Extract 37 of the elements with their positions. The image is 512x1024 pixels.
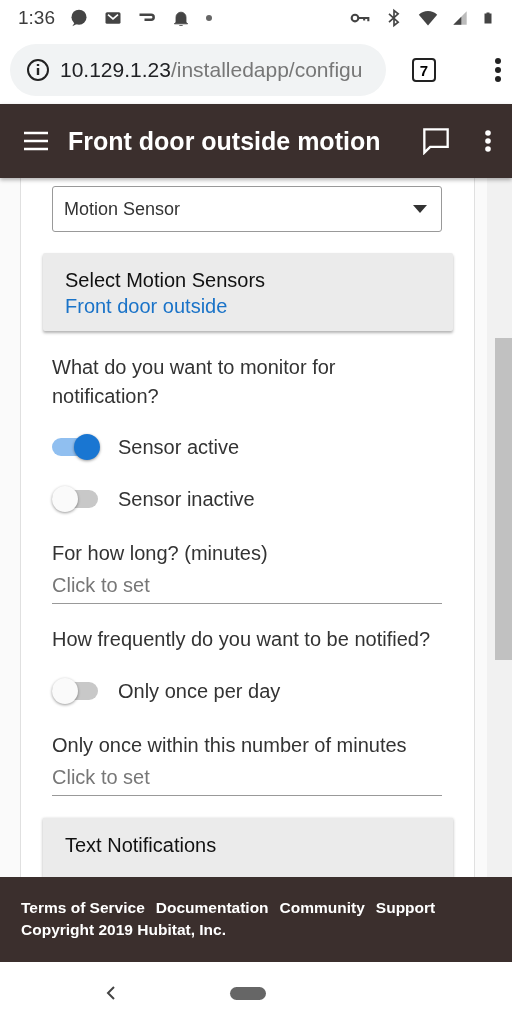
tab-count-button[interactable]: 7 (412, 58, 436, 82)
card-title: Select Motion Sensors (65, 268, 267, 293)
selected-device-link[interactable]: Front door outside (65, 293, 431, 319)
chat-bubble-icon (69, 8, 89, 28)
info-icon (26, 58, 50, 82)
toggle-label: Sensor inactive (118, 487, 255, 511)
more-menu-icon[interactable] (484, 129, 492, 153)
more-menu-icon[interactable] (494, 57, 502, 83)
toggle-label: Sensor active (118, 435, 240, 459)
address-bar[interactable]: 10.129.1.23/installedapp/configu (10, 44, 386, 96)
field-label: Only once within this number of minutes (52, 733, 408, 758)
footer-link[interactable]: Community (279, 897, 365, 919)
footer-link[interactable]: Documentation (155, 897, 269, 919)
dot-icon (205, 14, 213, 22)
signal-icon (452, 8, 468, 28)
question-text: How frequently do you want to be notified? (52, 627, 432, 652)
url-text: 10.129.1.23/installedapp/configu (60, 58, 363, 82)
input-field[interactable]: Click to set (52, 567, 442, 604)
status-time: 1:36 (18, 7, 55, 29)
page-title: Front door outside motion (68, 126, 382, 156)
chat-icon[interactable] (422, 127, 450, 155)
field-label: For how long? (minutes) (52, 541, 269, 566)
wifi-icon (418, 8, 438, 28)
section-header[interactable]: Text Notifications (43, 818, 453, 877)
dropdown-caret-icon (413, 205, 427, 213)
question-text: What do you want to monitor for notification? (52, 355, 337, 409)
device-picker-card[interactable]: Select Motion Sensors Front door outside (43, 253, 453, 331)
device-type-select[interactable]: Motion Sensor (52, 186, 442, 232)
footer-link[interactable]: Terms of Service (21, 897, 145, 919)
back-icon[interactable] (104, 985, 118, 1001)
footer-link[interactable]: Support (375, 897, 436, 919)
home-button[interactable] (230, 986, 266, 1000)
input-field[interactable]: Click to set (52, 759, 442, 796)
toggle-label: Only once per day (118, 679, 281, 703)
scrollbar-thumb[interactable] (495, 338, 512, 660)
copyright-text: Copyright 2019 Hubitat, Inc. (21, 920, 227, 940)
menu-icon[interactable] (24, 131, 48, 151)
